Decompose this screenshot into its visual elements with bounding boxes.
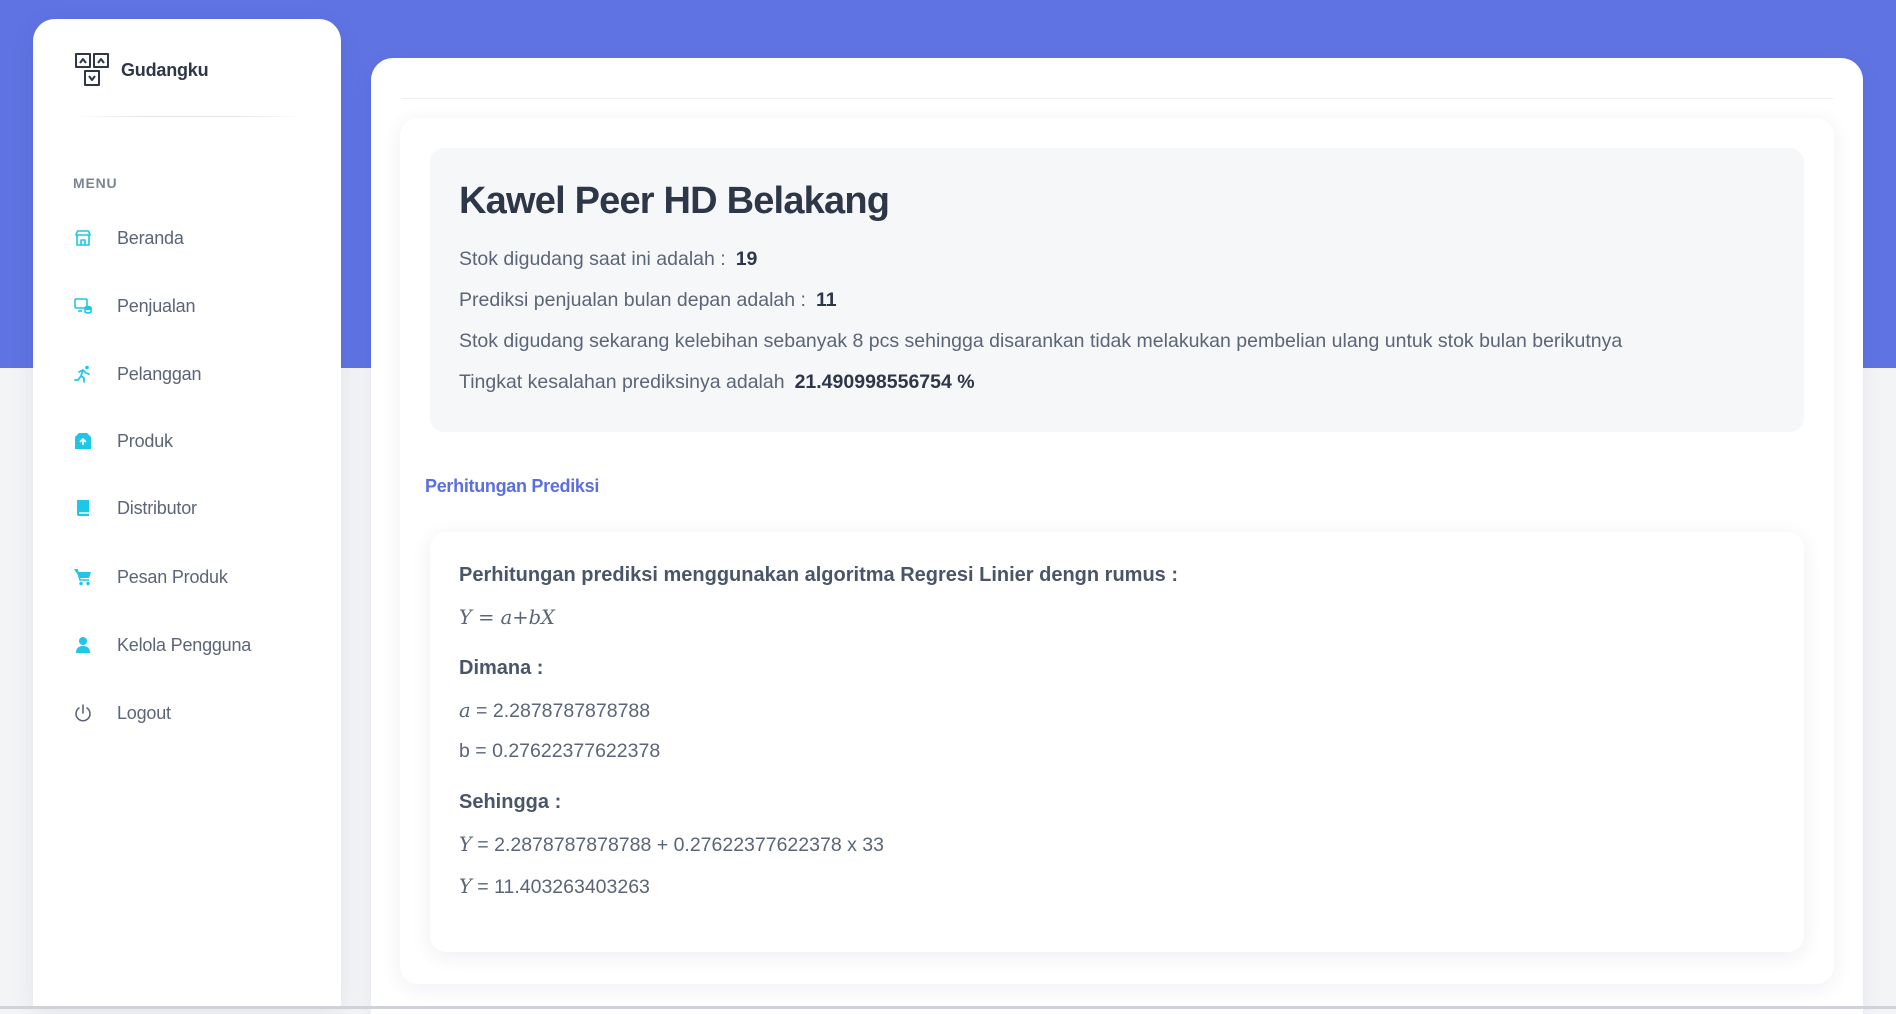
sidebar-item-pelanggan[interactable]: Pelanggan	[73, 357, 323, 391]
prediction-line: Prediksi penjualan bulan depan adalah : 1…	[459, 289, 837, 312]
a-value-line: a = 2.2878787878788	[459, 699, 650, 723]
y-expression-line: Y = 2.2878787878788 + 0.27622377622378 x…	[459, 833, 884, 857]
sidebar-item-beranda[interactable]: Beranda	[73, 221, 323, 255]
brand[interactable]: Gudangku	[73, 50, 209, 90]
calculation-intro: Perhitungan prediksi menggunakan algorit…	[459, 564, 1179, 586]
sidebar-item-penjualan[interactable]: Penjualan	[73, 289, 323, 323]
prediction-value: 11	[815, 289, 837, 311]
y-result: = 11.403263403263	[471, 876, 650, 898]
prediction-card: Kawel Peer HD Belakang Stok digudang saa…	[400, 118, 1834, 984]
where-heading: Dimana :	[459, 657, 544, 679]
sidebar-item-label: Kelola Pengguna	[117, 634, 252, 655]
menu-heading: MENU	[73, 175, 118, 191]
sidebar-item-label: Distributor	[117, 497, 197, 518]
prediction-label: Prediksi penjualan bulan depan adalah :	[459, 289, 806, 311]
y-expression: = 2.2878787878788 + 0.27622377622378 x 3…	[471, 834, 884, 856]
sidebar-item-label: Logout	[117, 702, 171, 723]
stock-label: Stok digudang saat ini adalah :	[459, 248, 726, 270]
sidebar-item-label: Beranda	[117, 227, 184, 248]
calculation-panel: Perhitungan prediksi menggunakan algorit…	[430, 532, 1804, 952]
main-panel: Kawel Peer HD Belakang Stok digudang saa…	[371, 58, 1863, 1014]
running-person-icon	[73, 364, 93, 384]
y-variable: Y	[459, 833, 472, 856]
y-result-line: Y = 11.403263403263	[459, 875, 650, 899]
sidebar-item-produk[interactable]: Produk	[73, 424, 323, 458]
stock-value: 19	[735, 248, 758, 270]
tab-perhitungan-prediksi[interactable]: Perhitungan Prediksi	[425, 476, 599, 497]
brand-divider	[73, 116, 305, 117]
window-bottom-edge	[0, 1006, 1896, 1009]
sidebar-item-label: Pelanggan	[117, 363, 202, 384]
warehouse-box-icon	[75, 53, 109, 86]
sidebar-item-logout[interactable]: Logout	[73, 696, 323, 730]
recommendation-text: Stok digudang sekarang kelebihan sebanya…	[459, 330, 1623, 352]
sidebar-item-label: Produk	[117, 430, 173, 451]
sidebar-item-label: Pesan Produk	[117, 566, 228, 587]
error-line: Tingkat kesalahan prediksinya adalah 21.4…	[459, 371, 975, 394]
a-variable: a	[459, 699, 471, 722]
product-summary: Kawel Peer HD Belakang Stok digudang saa…	[430, 148, 1804, 432]
formula: Y = a+bX	[459, 606, 555, 629]
so-heading: Sehingga :	[459, 791, 562, 813]
sidebar-item-distributor[interactable]: Distributor	[73, 491, 323, 525]
brand-name: Gudangku	[121, 59, 209, 80]
user-icon	[73, 635, 93, 655]
error-label: Tingkat kesalahan prediksinya adalah	[459, 371, 785, 393]
package-icon	[73, 431, 93, 451]
y-variable: Y	[459, 875, 472, 898]
stock-line: Stok digudang saat ini adalah : 19	[459, 248, 757, 271]
power-icon	[73, 703, 93, 723]
divider	[401, 98, 1833, 99]
sidebar: Gudangku MENU Beranda Penjualan Pelangga…	[33, 19, 341, 1006]
sidebar-item-pesan-produk[interactable]: Pesan Produk	[73, 560, 323, 594]
sidebar-item-label: Penjualan	[117, 295, 196, 316]
error-value: 21.490998556754 %	[794, 371, 975, 393]
sales-icon	[73, 296, 93, 316]
page-title: Kawel Peer HD Belakang	[459, 180, 890, 222]
sidebar-item-kelola-pengguna[interactable]: Kelola Pengguna	[73, 628, 323, 662]
book-icon	[73, 498, 93, 518]
a-value: = 2.2878787878788	[470, 700, 651, 722]
store-icon	[73, 228, 93, 248]
b-value-line: b = 0.27622377622378	[459, 740, 661, 762]
cart-icon	[73, 567, 93, 587]
